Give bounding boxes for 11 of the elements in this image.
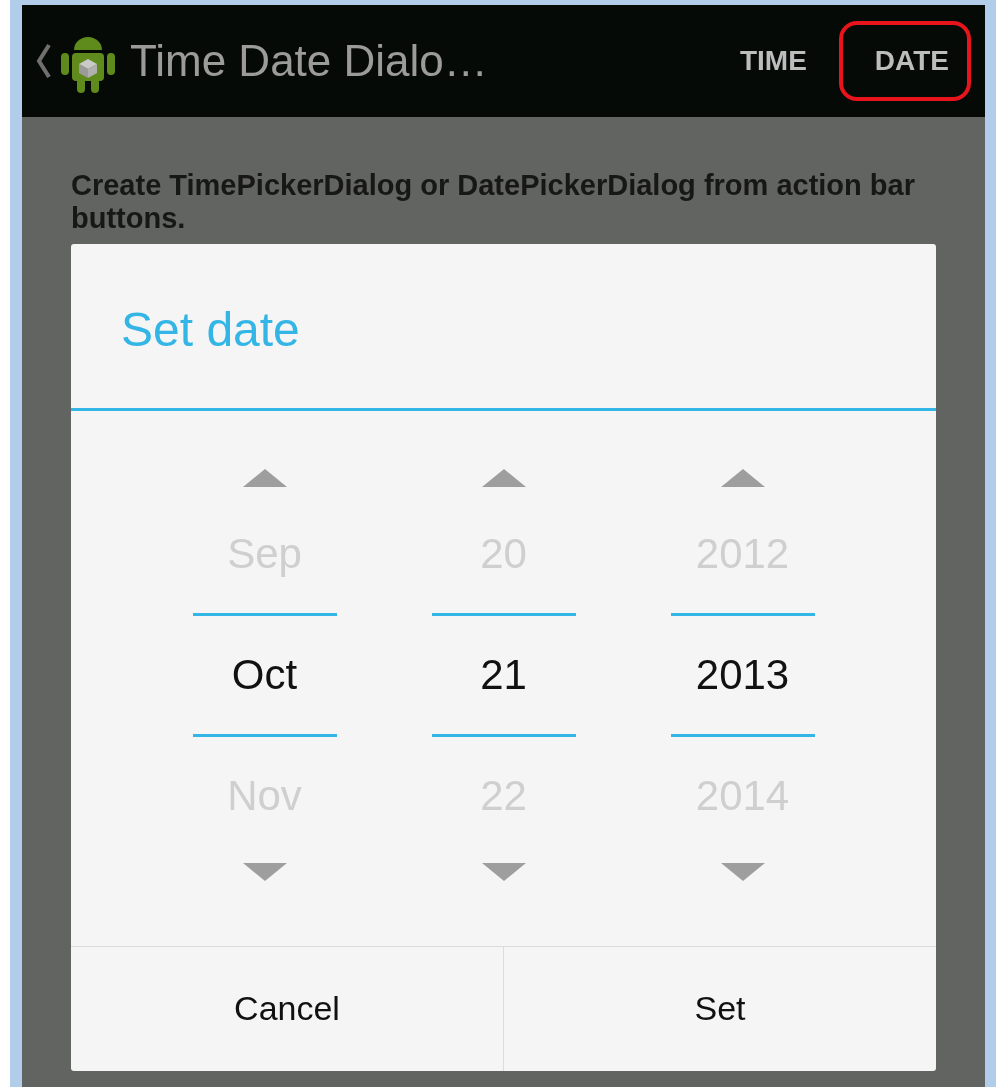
dialog-button[interactable]: Cancel [71, 946, 503, 1071]
description-text: Create TimePickerDialog or DatePickerDialog from action bar buttons. [71, 169, 916, 236]
picker-value[interactable]: 2013 [670, 615, 815, 734]
picker-value[interactable]: 21 [431, 615, 576, 734]
app-title: Time Date Dialo… [130, 36, 488, 86]
picker-value[interactable]: Oct [192, 615, 337, 734]
action-button[interactable]: TIME [703, 21, 829, 101]
dialog-title: Set date [71, 243, 936, 411]
dialog-button[interactable]: Set [503, 946, 936, 1071]
action-button[interactable]: DATE [838, 21, 971, 101]
back-chevron-icon[interactable] [36, 43, 52, 79]
